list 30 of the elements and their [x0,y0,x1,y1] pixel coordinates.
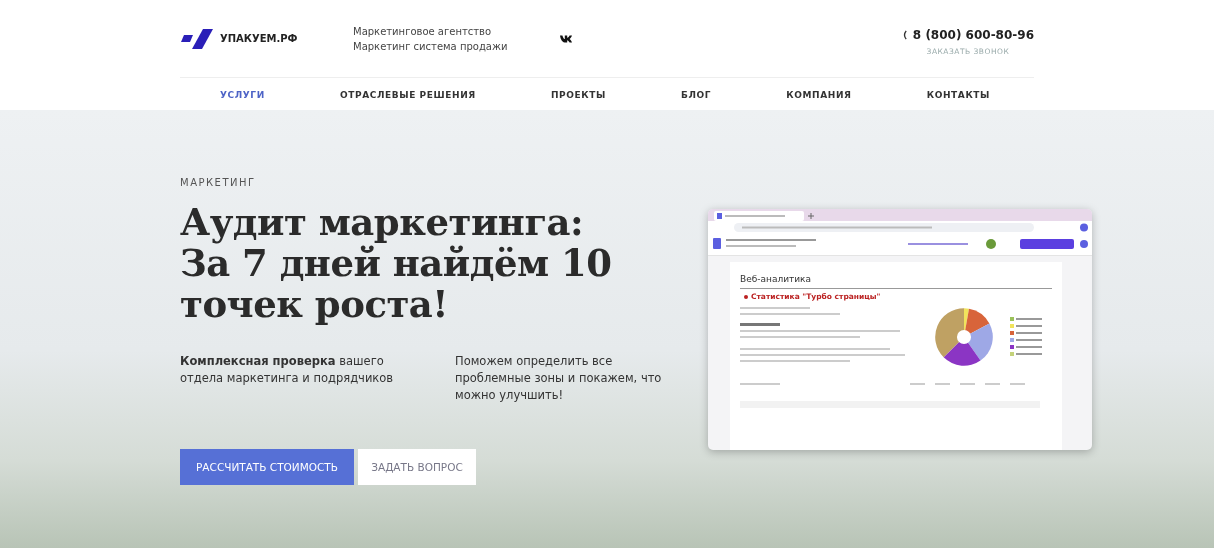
pie-chart-drawing [932,305,996,369]
hero-title-line: Аудит маркетинга: [180,202,585,243]
vk-icon[interactable] [560,34,572,43]
logo-text[interactable]: УПАКУЕМ.РФ [220,33,298,44]
category-label: МАРКЕТИНГ [180,177,257,188]
nav-link[interactable]: ОТРАСЛЕВЫЕ РЕШЕНИЯ [339,89,476,100]
tagline-text: Маркетинг система продажи [353,40,509,52]
calculate-button[interactable]: РАССЧИТАТЬ СТОИМОСТЬ [180,449,354,485]
bullet-icon [744,294,748,299]
logo-icon [180,28,214,49]
legend-line [1016,346,1042,348]
legend-line [1016,339,1042,341]
hero-title-line: точек роста! [180,284,450,325]
hero-title-line: За 7 дней найдём 10 [180,243,613,284]
nav-link[interactable]: КОМПАНИЯ [786,89,852,100]
doc-heading: Веб-аналитика [740,274,1052,289]
legend-line [1016,353,1042,355]
nav-link[interactable]: УСЛУГИ [220,89,265,100]
phone-number[interactable]: 8 (800) 600-80-96 [912,27,1034,42]
legend-line [1016,332,1042,334]
tagline-text: Маркетинговое агентство [353,25,493,37]
ask-button[interactable]: ЗАДАТЬ ВОПРОС [358,449,476,485]
nav-link[interactable]: БЛОГ [681,89,712,100]
legend-line [1016,318,1042,320]
nav-link[interactable]: КОНТАКТЫ [926,89,990,100]
legend-line [1016,325,1042,327]
nav-link[interactable]: ПРОЕКТЫ [550,89,606,100]
note-text: Поможем определить все проблемные зоны и покажем, что можно улучшить! [455,353,663,404]
phone-icon [901,29,907,40]
lead-text: Комплексная проверка вашего отдела маркетинга и подрядчиков [180,353,395,387]
